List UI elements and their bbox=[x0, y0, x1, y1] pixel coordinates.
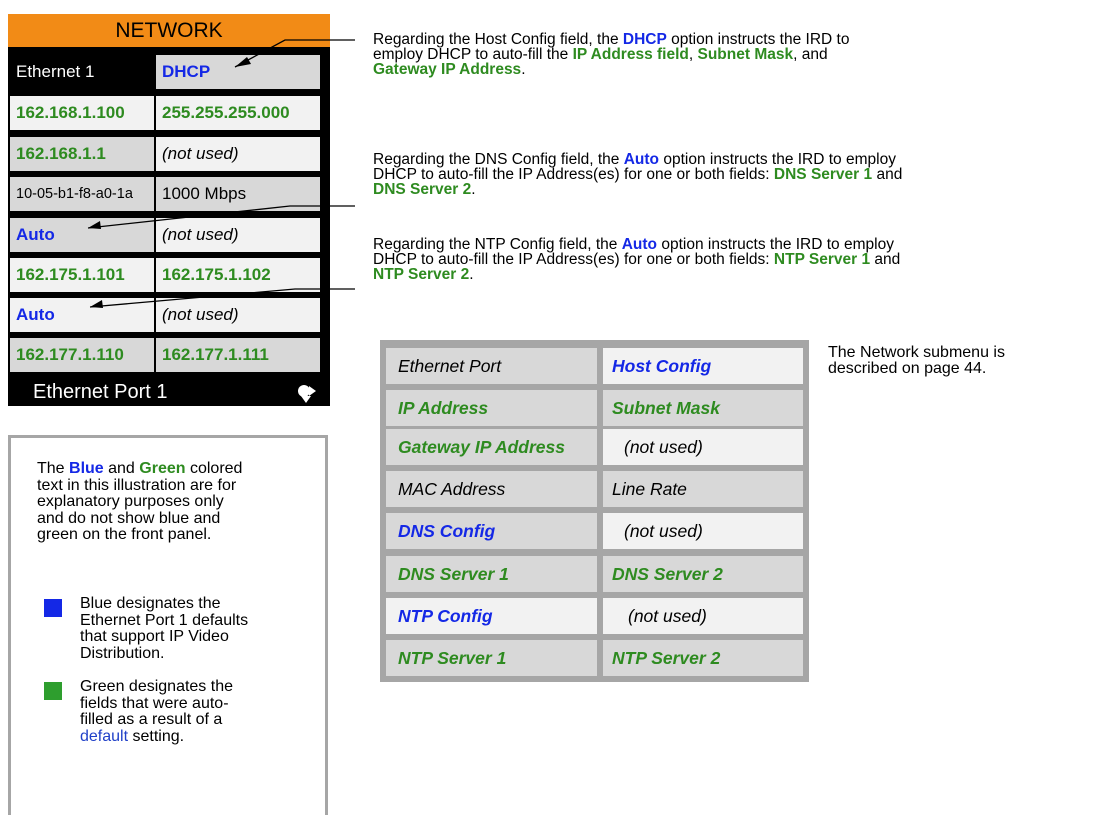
table-cell-ntp-config: NTP Config bbox=[386, 598, 597, 634]
table-cell-line-rate: Line Rate bbox=[603, 471, 803, 507]
legend-green-description: Green designates the fields that were au… bbox=[80, 678, 233, 745]
panel-cell-ntp-server-2: 162.177.1.111 bbox=[156, 338, 320, 372]
panel-footer: Ethernet Port 1 bbox=[33, 380, 168, 403]
table-cell-mac-address: MAC Address bbox=[386, 471, 597, 507]
table-cell-not-used-2: (not used) bbox=[603, 513, 803, 549]
panel-cell-ip-address: 162.168.1.100 bbox=[10, 96, 154, 130]
table-cell-not-used-3: (not used) bbox=[603, 598, 803, 634]
table-cell-gateway: Gateway IP Address bbox=[386, 429, 597, 465]
note-dns-config: Regarding the DNS Config field, the Auto… bbox=[373, 151, 903, 198]
panel-cell-ntp-config: Auto bbox=[10, 298, 154, 332]
nav-arrows-icon bbox=[298, 385, 316, 403]
panel-cell-ntp-server-1: 162.177.1.110 bbox=[10, 338, 154, 372]
note-ntp-config: Regarding the NTP Config field, the Auto… bbox=[373, 236, 901, 283]
table-cell-dns-server-2: DNS Server 2 bbox=[603, 556, 803, 592]
note-submenu-reference: The Network submenu is described on page… bbox=[828, 344, 1005, 377]
panel-cell-mac-address: 10-05-b1-f8-a0-1a bbox=[10, 177, 154, 211]
table-cell-ntp-server-1: NTP Server 1 bbox=[386, 640, 597, 676]
table-cell-ethernet-port: Ethernet Port bbox=[386, 348, 597, 384]
table-cell-ip-address: IP Address bbox=[386, 390, 597, 426]
panel-cell-subnet-mask: 255.255.255.000 bbox=[156, 96, 320, 130]
note-host-config: Regarding the Host Config field, the DHC… bbox=[373, 31, 850, 78]
panel-cell-not-used-3: (not used) bbox=[156, 298, 320, 332]
panel-cell-not-used-2: (not used) bbox=[156, 218, 320, 252]
table-cell-subnet-mask: Subnet Mask bbox=[603, 390, 803, 426]
default-link[interactable]: default bbox=[80, 728, 128, 745]
panel-cell-gateway: 162.168.1.1 bbox=[10, 137, 154, 171]
table-cell-not-used-1: (not used) bbox=[603, 429, 803, 465]
green-swatch bbox=[44, 682, 62, 700]
panel-cell-line-rate: 1000 Mbps bbox=[156, 177, 320, 211]
panel-cell-dns-config: Auto bbox=[10, 218, 154, 252]
panel-cell-not-used-1: (not used) bbox=[156, 137, 320, 171]
panel-cell-host-config: DHCP bbox=[156, 55, 320, 89]
table-cell-dns-config: DNS Config bbox=[386, 513, 597, 549]
panel-cell-dns-server-1: 162.175.1.101 bbox=[10, 258, 154, 292]
table-cell-ntp-server-2: NTP Server 2 bbox=[603, 640, 803, 676]
panel-cell-dns-server-2: 162.175.1.102 bbox=[156, 258, 320, 292]
table-cell-dns-server-1: DNS Server 1 bbox=[386, 556, 597, 592]
panel-cell-ethernet: Ethernet 1 bbox=[10, 55, 154, 89]
blue-swatch bbox=[44, 599, 62, 617]
legend-blue-description: Blue designates the Ethernet Port 1 defa… bbox=[80, 595, 249, 662]
table-cell-host-config: Host Config bbox=[603, 348, 803, 384]
panel-title: NETWORK bbox=[8, 14, 330, 47]
legend-intro: The Blue and Green colored text in this … bbox=[37, 460, 243, 543]
